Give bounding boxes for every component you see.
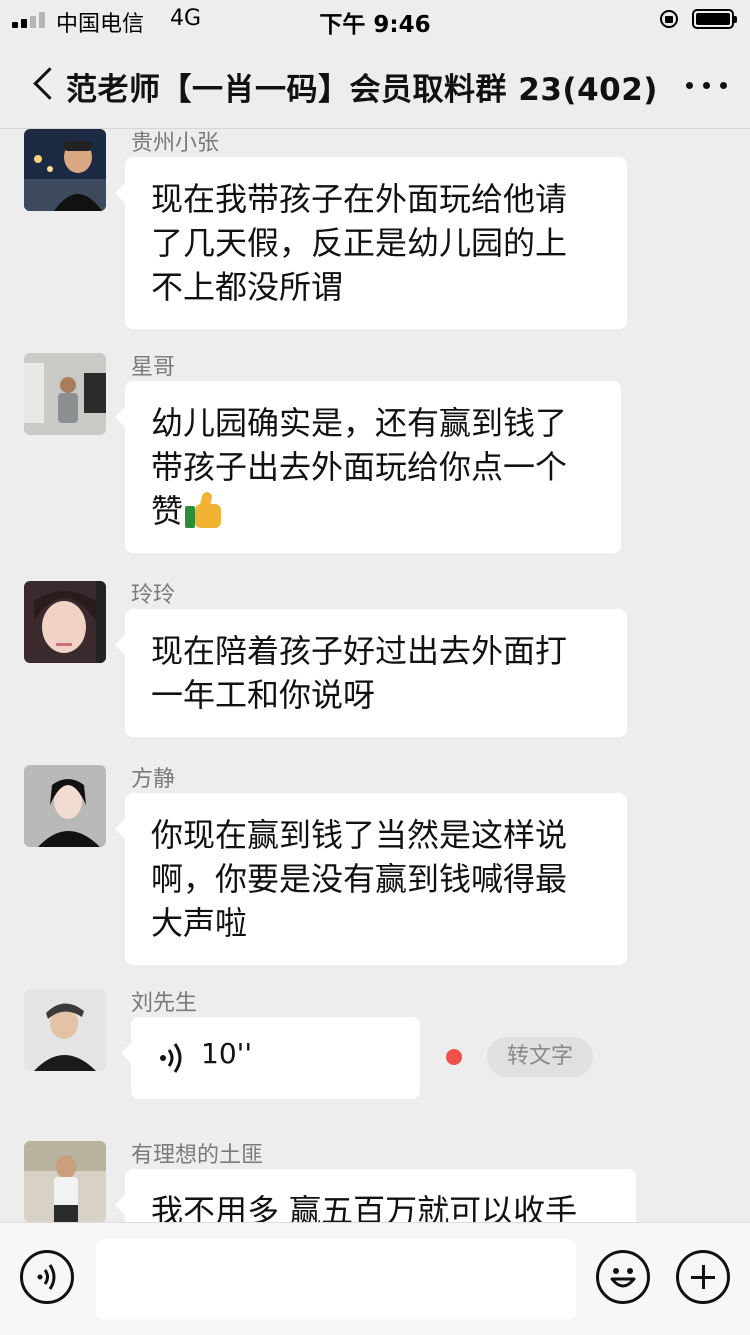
avatar[interactable] <box>24 989 106 1071</box>
sender-name: 刘先生 <box>131 991 198 1016</box>
unread-dot <box>446 1049 462 1065</box>
voice-duration: 10'' <box>201 1037 253 1070</box>
sender-name: 方静 <box>131 767 176 792</box>
message-input[interactable] <box>96 1239 576 1319</box>
message-text: 现在我带孩子在外面玩给他请 了几天假，反正是幼儿园的上 不上都没所谓 <box>151 180 568 306</box>
message-text: 现在陪着孩子好过出去外面打 一年工和你说呀 <box>151 632 568 714</box>
avatar[interactable] <box>24 129 106 211</box>
avatar[interactable] <box>24 353 106 435</box>
message-list[interactable]: 贵州小张 现在我带孩子在外面玩给他请 了几天假，反正是幼儿园的上 不上都没所谓 … <box>0 129 750 1222</box>
message-text: 我不用多 赢五百万就可以收手 <box>151 1192 578 1222</box>
input-bar <box>0 1222 750 1335</box>
message-bubble[interactable]: 我不用多 赢五百万就可以收手 <box>115 1169 636 1222</box>
message-item: 贵州小张 现在我带孩子在外面玩给他请 了几天假，反正是幼儿园的上 不上都没所谓 <box>0 129 750 329</box>
message-item: 玲玲 现在陪着孩子好过出去外面打 一年工和你说呀 <box>0 581 750 741</box>
clock: 下午 9:46 <box>319 12 431 38</box>
more-button[interactable] <box>682 66 734 102</box>
voice-message-bubble[interactable]: 10'' <box>121 1017 420 1099</box>
avatar[interactable] <box>24 581 106 663</box>
message-bubble[interactable]: 现在陪着孩子好过出去外面打 一年工和你说呀 <box>115 609 627 737</box>
more-dots-icon <box>686 82 693 89</box>
chat-title: 范老师【一肖一码】会员取料群 23(402) <box>66 72 658 108</box>
chat-header: 范老师【一肖一码】会员取料群 23(402) <box>0 40 750 129</box>
message-item: 有理想的土匪 我不用多 赢五百万就可以收手 <box>0 1141 750 1222</box>
plus-button[interactable] <box>676 1250 730 1304</box>
sender-name: 有理想的土匪 <box>131 1143 264 1168</box>
voice-toggle-button[interactable] <box>20 1250 74 1304</box>
back-button[interactable] <box>24 58 66 110</box>
message-item: 刘先生 10'' 转文字 <box>0 989 750 1119</box>
message-bubble[interactable]: 幼儿园确实是，还有赢到钱了 带孩子出去外面玩给你点一个 赞 <box>115 381 621 553</box>
avatar[interactable] <box>24 765 106 847</box>
message-item: 方静 你现在赢到钱了当然是这样说 啊，你要是没有赢到钱喊得最 大声啦 <box>0 765 750 965</box>
status-bar: 中国电信 4G 下午 9:46 <box>0 0 750 40</box>
avatar[interactable] <box>24 1141 106 1222</box>
sender-name: 星哥 <box>131 355 176 380</box>
transcribe-button[interactable]: 转文字 <box>487 1037 593 1077</box>
sender-name: 贵州小张 <box>131 131 220 156</box>
message-item: 星哥 幼儿园确实是，还有赢到钱了 带孩子出去外面玩给你点一个 赞 <box>0 353 750 553</box>
chevron-left-icon <box>33 67 66 100</box>
thumbs-up-icon <box>185 491 225 528</box>
emoji-button[interactable] <box>596 1250 650 1304</box>
voice-toggle-icon <box>37 1264 56 1290</box>
message-bubble[interactable]: 现在我带孩子在外面玩给他请 了几天假，反正是幼儿园的上 不上都没所谓 <box>115 157 627 329</box>
message-bubble[interactable]: 你现在赢到钱了当然是这样说 啊，你要是没有赢到钱喊得最 大声啦 <box>115 793 627 965</box>
voice-wave-icon <box>160 1043 182 1073</box>
sender-name: 玲玲 <box>131 583 176 608</box>
orientation-lock-icon <box>660 10 678 28</box>
emoji-icon <box>610 1268 636 1288</box>
battery-icon <box>692 9 737 29</box>
message-text: 你现在赢到钱了当然是这样说 啊，你要是没有赢到钱喊得最 大声啦 <box>151 816 568 942</box>
